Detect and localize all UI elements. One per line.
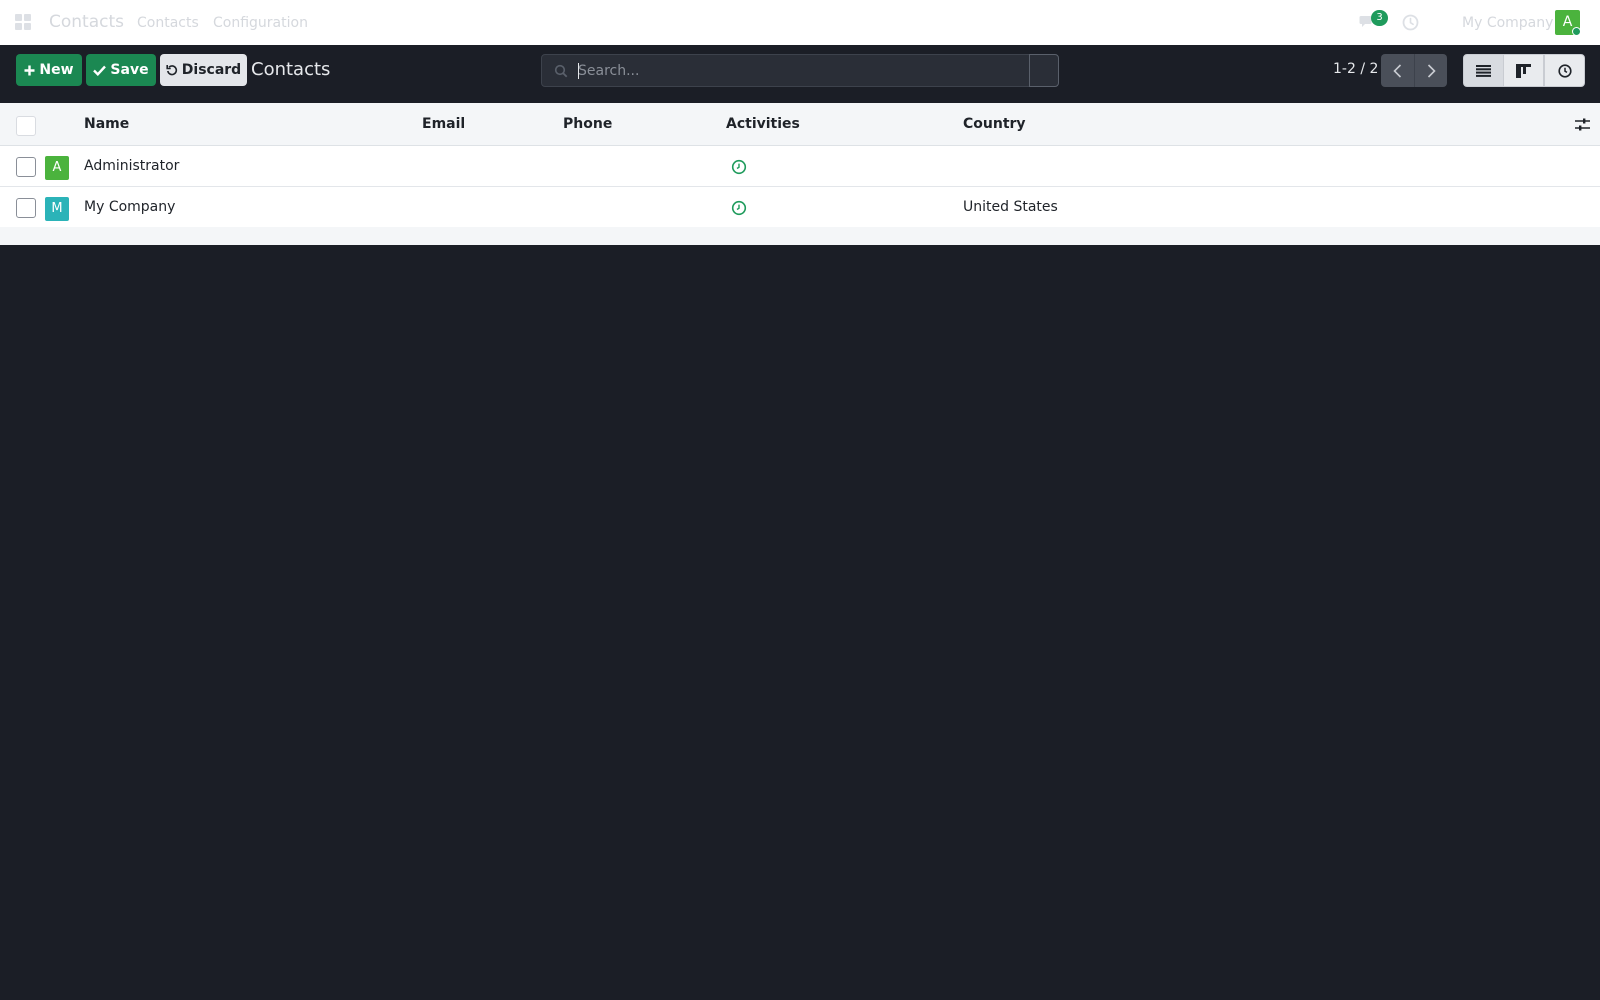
list-view-button[interactable] (1463, 54, 1504, 87)
contacts-list: Name Email Phone Activities Country A Ad… (0, 103, 1600, 245)
list-footer (0, 227, 1600, 245)
plus-icon (24, 65, 35, 75)
optional-columns-icon[interactable] (1575, 117, 1590, 132)
kanban-view-button[interactable] (1503, 54, 1544, 87)
contact-name: Administrator (84, 158, 180, 174)
column-header-name[interactable]: Name (84, 116, 129, 132)
activity-clock-icon[interactable] (1402, 14, 1419, 31)
chat-counter-badge: 3 (1371, 10, 1388, 26)
text-cursor (578, 63, 579, 79)
search-bar (541, 54, 1030, 87)
chevron-left-icon (1393, 63, 1402, 78)
menu-configuration[interactable]: Configuration (213, 15, 308, 31)
search-icon (554, 64, 568, 78)
undo-icon (166, 65, 177, 76)
top-navbar: Contacts Contacts Configuration 3 My Com… (0, 0, 1600, 45)
column-header-country[interactable]: Country (963, 116, 1026, 132)
menu-contacts[interactable]: Contacts (137, 15, 199, 31)
contact-country: United States (963, 199, 1058, 215)
online-status-dot (1572, 27, 1581, 36)
search-options-toggle[interactable] (1029, 54, 1059, 87)
activity-clock-icon[interactable] (731, 200, 747, 216)
search-input[interactable] (578, 56, 1018, 85)
app-menu-icon[interactable] (15, 14, 31, 30)
pager-previous-button[interactable] (1381, 54, 1414, 87)
clock-view-icon (1557, 63, 1572, 78)
discard-button[interactable]: Discard (160, 54, 247, 86)
activity-view-button[interactable] (1544, 54, 1585, 87)
list-view-icon (1476, 64, 1491, 77)
contact-avatar: M (45, 197, 69, 221)
pager-next-button[interactable] (1414, 54, 1447, 87)
new-button-label: New (39, 62, 74, 78)
kanban-view-icon (1516, 63, 1531, 78)
save-button-label: Save (110, 62, 149, 78)
contact-name: My Company (84, 199, 176, 215)
column-header-activities[interactable]: Activities (726, 116, 800, 132)
company-switcher[interactable]: My Company (1462, 15, 1553, 31)
select-all-checkbox[interactable] (16, 116, 36, 136)
row-checkbox[interactable] (16, 198, 36, 218)
app-brand[interactable]: Contacts (49, 12, 124, 32)
column-header-email[interactable]: Email (422, 116, 465, 132)
activity-clock-icon[interactable] (731, 159, 747, 175)
pager-value[interactable]: 1-2 / 2 (1333, 61, 1378, 77)
chevron-right-icon (1427, 63, 1436, 78)
save-button[interactable]: Save (86, 54, 156, 86)
new-button[interactable]: New (16, 54, 82, 86)
list-header: Name Email Phone Activities Country (0, 103, 1600, 146)
page-title: Contacts (251, 59, 331, 80)
row-checkbox[interactable] (16, 157, 36, 177)
discard-button-label: Discard (181, 62, 242, 78)
table-row[interactable]: A Administrator (0, 146, 1600, 187)
contact-avatar: A (45, 156, 69, 180)
column-header-phone[interactable]: Phone (563, 116, 612, 132)
table-row[interactable]: M My Company United States (0, 187, 1600, 228)
check-icon (93, 65, 107, 76)
